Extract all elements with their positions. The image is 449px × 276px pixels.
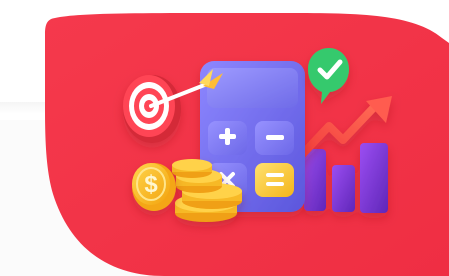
minus-icon	[266, 135, 284, 140]
target-icon	[123, 75, 181, 143]
illustration-stage: $	[0, 0, 449, 276]
finance-illustration: $	[45, 12, 449, 276]
svg-text:$: $	[144, 171, 158, 198]
dollar-coin-icon: $	[132, 163, 176, 211]
